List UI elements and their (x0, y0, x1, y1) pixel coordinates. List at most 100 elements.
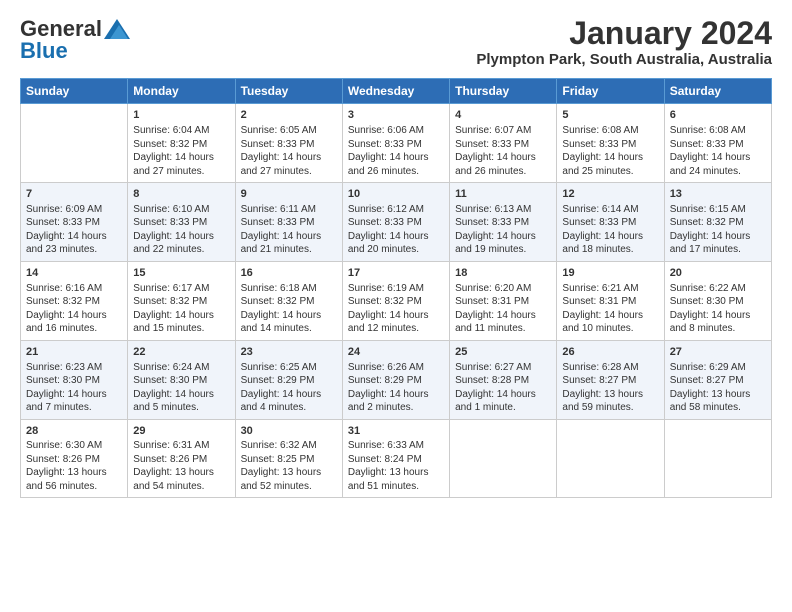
day-info: Sunrise: 6:05 AM Sunset: 8:33 PM Dayligh… (241, 124, 337, 178)
table-cell: 28Sunrise: 6:30 AM Sunset: 8:26 PM Dayli… (21, 419, 128, 498)
day-number: 13 (670, 187, 766, 202)
day-number: 16 (241, 266, 337, 281)
day-info: Sunrise: 6:09 AM Sunset: 8:33 PM Dayligh… (26, 203, 122, 257)
table-cell: 8Sunrise: 6:10 AM Sunset: 8:33 PM Daylig… (128, 183, 235, 262)
day-number: 25 (455, 345, 551, 360)
table-cell (557, 419, 664, 498)
day-info: Sunrise: 6:23 AM Sunset: 8:30 PM Dayligh… (26, 361, 122, 415)
day-info: Sunrise: 6:12 AM Sunset: 8:33 PM Dayligh… (348, 203, 444, 257)
calendar-week-row: 14Sunrise: 6:16 AM Sunset: 8:32 PM Dayli… (21, 261, 772, 340)
table-cell: 15Sunrise: 6:17 AM Sunset: 8:32 PM Dayli… (128, 261, 235, 340)
day-info: Sunrise: 6:29 AM Sunset: 8:27 PM Dayligh… (670, 361, 766, 415)
day-number: 3 (348, 108, 444, 123)
day-number: 21 (26, 345, 122, 360)
table-cell: 25Sunrise: 6:27 AM Sunset: 8:28 PM Dayli… (450, 340, 557, 419)
day-info: Sunrise: 6:21 AM Sunset: 8:31 PM Dayligh… (562, 282, 658, 336)
day-number: 20 (670, 266, 766, 281)
day-number: 19 (562, 266, 658, 281)
col-thursday: Thursday (450, 79, 557, 104)
day-number: 24 (348, 345, 444, 360)
day-info: Sunrise: 6:31 AM Sunset: 8:26 PM Dayligh… (133, 439, 229, 493)
table-cell: 23Sunrise: 6:25 AM Sunset: 8:29 PM Dayli… (235, 340, 342, 419)
day-info: Sunrise: 6:16 AM Sunset: 8:32 PM Dayligh… (26, 282, 122, 336)
day-info: Sunrise: 6:08 AM Sunset: 8:33 PM Dayligh… (562, 124, 658, 178)
day-info: Sunrise: 6:14 AM Sunset: 8:33 PM Dayligh… (562, 203, 658, 257)
day-number: 15 (133, 266, 229, 281)
day-number: 6 (670, 108, 766, 123)
col-monday: Monday (128, 79, 235, 104)
table-cell: 9Sunrise: 6:11 AM Sunset: 8:33 PM Daylig… (235, 183, 342, 262)
table-cell (21, 104, 128, 183)
day-info: Sunrise: 6:30 AM Sunset: 8:26 PM Dayligh… (26, 439, 122, 493)
table-cell: 6Sunrise: 6:08 AM Sunset: 8:33 PM Daylig… (664, 104, 771, 183)
table-cell: 18Sunrise: 6:20 AM Sunset: 8:31 PM Dayli… (450, 261, 557, 340)
day-number: 12 (562, 187, 658, 202)
day-info: Sunrise: 6:25 AM Sunset: 8:29 PM Dayligh… (241, 361, 337, 415)
calendar-header-row: Sunday Monday Tuesday Wednesday Thursday… (21, 79, 772, 104)
table-cell: 17Sunrise: 6:19 AM Sunset: 8:32 PM Dayli… (342, 261, 449, 340)
table-cell: 30Sunrise: 6:32 AM Sunset: 8:25 PM Dayli… (235, 419, 342, 498)
table-cell: 26Sunrise: 6:28 AM Sunset: 8:27 PM Dayli… (557, 340, 664, 419)
day-number: 27 (670, 345, 766, 360)
day-number: 1 (133, 108, 229, 123)
table-cell (664, 419, 771, 498)
table-cell: 12Sunrise: 6:14 AM Sunset: 8:33 PM Dayli… (557, 183, 664, 262)
calendar-subtitle: Plympton Park, South Australia, Australi… (476, 51, 772, 68)
table-cell: 16Sunrise: 6:18 AM Sunset: 8:32 PM Dayli… (235, 261, 342, 340)
table-cell: 4Sunrise: 6:07 AM Sunset: 8:33 PM Daylig… (450, 104, 557, 183)
day-info: Sunrise: 6:28 AM Sunset: 8:27 PM Dayligh… (562, 361, 658, 415)
day-info: Sunrise: 6:32 AM Sunset: 8:25 PM Dayligh… (241, 439, 337, 493)
calendar-title: January 2024 (476, 16, 772, 51)
day-info: Sunrise: 6:15 AM Sunset: 8:32 PM Dayligh… (670, 203, 766, 257)
table-cell: 27Sunrise: 6:29 AM Sunset: 8:27 PM Dayli… (664, 340, 771, 419)
day-info: Sunrise: 6:22 AM Sunset: 8:30 PM Dayligh… (670, 282, 766, 336)
table-cell: 22Sunrise: 6:24 AM Sunset: 8:30 PM Dayli… (128, 340, 235, 419)
table-cell: 29Sunrise: 6:31 AM Sunset: 8:26 PM Dayli… (128, 419, 235, 498)
calendar-week-row: 28Sunrise: 6:30 AM Sunset: 8:26 PM Dayli… (21, 419, 772, 498)
day-number: 11 (455, 187, 551, 202)
day-number: 22 (133, 345, 229, 360)
logo: General Blue (20, 16, 130, 64)
title-block: January 2024 Plympton Park, South Austra… (476, 16, 772, 68)
col-tuesday: Tuesday (235, 79, 342, 104)
day-number: 9 (241, 187, 337, 202)
day-number: 10 (348, 187, 444, 202)
day-info: Sunrise: 6:17 AM Sunset: 8:32 PM Dayligh… (133, 282, 229, 336)
calendar-week-row: 21Sunrise: 6:23 AM Sunset: 8:30 PM Dayli… (21, 340, 772, 419)
day-number: 4 (455, 108, 551, 123)
col-sunday: Sunday (21, 79, 128, 104)
calendar-week-row: 1Sunrise: 6:04 AM Sunset: 8:32 PM Daylig… (21, 104, 772, 183)
table-cell: 3Sunrise: 6:06 AM Sunset: 8:33 PM Daylig… (342, 104, 449, 183)
day-info: Sunrise: 6:13 AM Sunset: 8:33 PM Dayligh… (455, 203, 551, 257)
day-number: 31 (348, 424, 444, 439)
col-wednesday: Wednesday (342, 79, 449, 104)
day-info: Sunrise: 6:33 AM Sunset: 8:24 PM Dayligh… (348, 439, 444, 493)
day-info: Sunrise: 6:11 AM Sunset: 8:33 PM Dayligh… (241, 203, 337, 257)
day-number: 23 (241, 345, 337, 360)
table-cell: 21Sunrise: 6:23 AM Sunset: 8:30 PM Dayli… (21, 340, 128, 419)
day-number: 2 (241, 108, 337, 123)
day-number: 29 (133, 424, 229, 439)
day-number: 5 (562, 108, 658, 123)
day-info: Sunrise: 6:08 AM Sunset: 8:33 PM Dayligh… (670, 124, 766, 178)
day-number: 17 (348, 266, 444, 281)
logo-blue: Blue (20, 38, 68, 64)
header: General Blue January 2024 Plympton Park,… (20, 16, 772, 68)
day-info: Sunrise: 6:07 AM Sunset: 8:33 PM Dayligh… (455, 124, 551, 178)
calendar-week-row: 7Sunrise: 6:09 AM Sunset: 8:33 PM Daylig… (21, 183, 772, 262)
table-cell: 11Sunrise: 6:13 AM Sunset: 8:33 PM Dayli… (450, 183, 557, 262)
day-number: 14 (26, 266, 122, 281)
table-cell: 14Sunrise: 6:16 AM Sunset: 8:32 PM Dayli… (21, 261, 128, 340)
day-number: 8 (133, 187, 229, 202)
logo-icon (104, 19, 130, 39)
table-cell: 2Sunrise: 6:05 AM Sunset: 8:33 PM Daylig… (235, 104, 342, 183)
table-cell: 20Sunrise: 6:22 AM Sunset: 8:30 PM Dayli… (664, 261, 771, 340)
table-cell: 19Sunrise: 6:21 AM Sunset: 8:31 PM Dayli… (557, 261, 664, 340)
day-info: Sunrise: 6:18 AM Sunset: 8:32 PM Dayligh… (241, 282, 337, 336)
day-info: Sunrise: 6:20 AM Sunset: 8:31 PM Dayligh… (455, 282, 551, 336)
col-saturday: Saturday (664, 79, 771, 104)
day-number: 18 (455, 266, 551, 281)
table-cell: 10Sunrise: 6:12 AM Sunset: 8:33 PM Dayli… (342, 183, 449, 262)
table-cell: 5Sunrise: 6:08 AM Sunset: 8:33 PM Daylig… (557, 104, 664, 183)
table-cell: 13Sunrise: 6:15 AM Sunset: 8:32 PM Dayli… (664, 183, 771, 262)
